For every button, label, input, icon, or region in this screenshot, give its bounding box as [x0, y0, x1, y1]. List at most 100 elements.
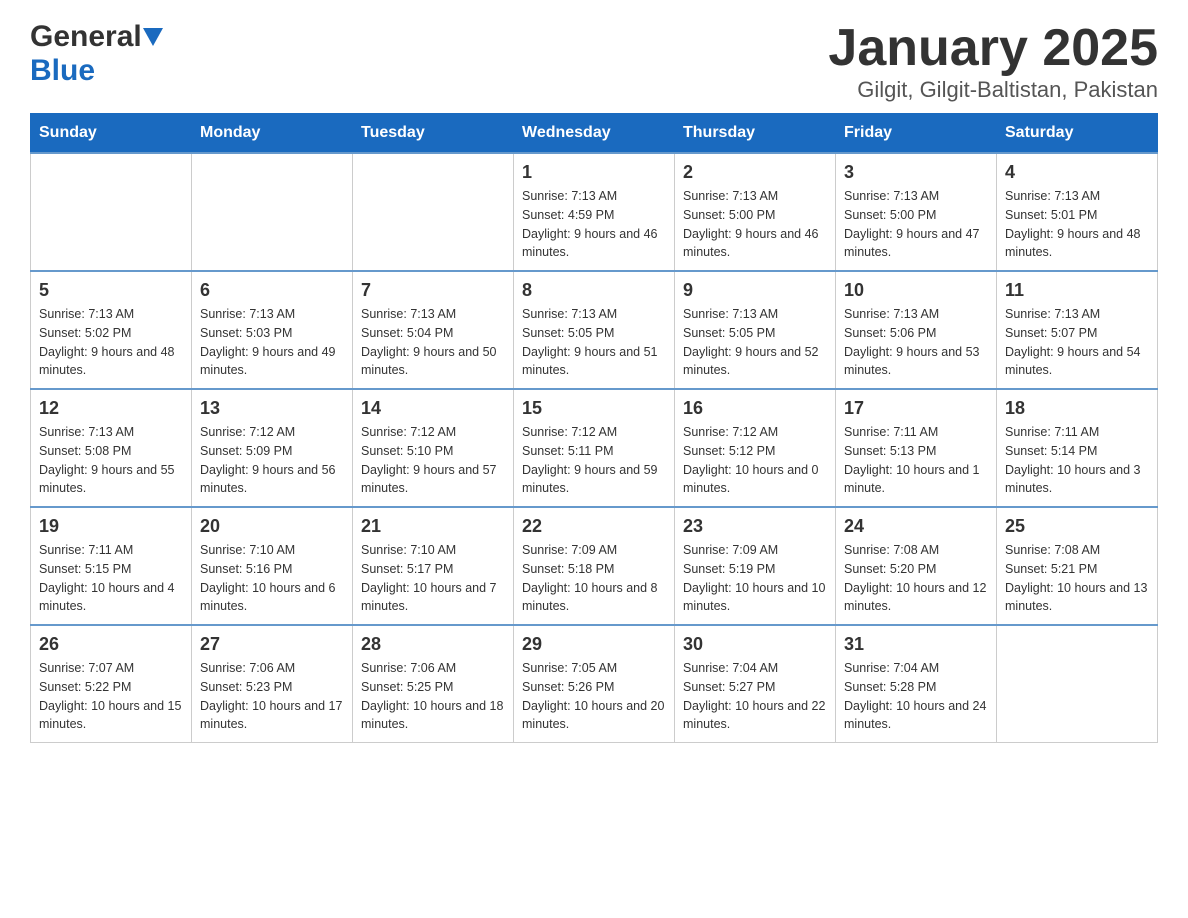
calendar-day-cell: 3Sunrise: 7:13 AMSunset: 5:00 PMDaylight… [836, 153, 997, 271]
day-number: 22 [522, 516, 666, 537]
logo-blue-text: Blue [30, 54, 95, 88]
calendar-day-cell: 18Sunrise: 7:11 AMSunset: 5:14 PMDayligh… [997, 389, 1158, 507]
day-number: 14 [361, 398, 505, 419]
calendar-day-cell: 19Sunrise: 7:11 AMSunset: 5:15 PMDayligh… [31, 507, 192, 625]
calendar-day-cell: 1 Sunrise: 7:13 AMSunset: 4:59 PMDaylight… [514, 153, 675, 271]
day-of-week-header: Thursday [675, 114, 836, 154]
calendar-day-cell: 23Sunrise: 7:09 AMSunset: 5:19 PMDayligh… [675, 507, 836, 625]
calendar-day-cell: 14 Sunrise: 7:12 AMSunset: 5:10 PMDayligh… [353, 389, 514, 507]
calendar-day-cell: 21Sunrise: 7:10 AMSunset: 5:17 PMDayligh… [353, 507, 514, 625]
day-number: 16 [683, 398, 827, 419]
calendar-day-cell: 8 Sunrise: 7:13 AMSunset: 5:05 PMDaylight… [514, 271, 675, 389]
day-number: 28 [361, 634, 505, 655]
calendar-day-cell: 15 Sunrise: 7:12 AMSunset: 5:11 PMDayligh… [514, 389, 675, 507]
day-info: Sunrise: 7:13 AMSunset: 5:00 PMDaylight:… [683, 187, 827, 262]
calendar-day-cell: 26 Sunrise: 7:07 AMSunset: 5:22 PMDayligh… [31, 625, 192, 743]
calendar-week-row: 5Sunrise: 7:13 AMSunset: 5:02 PMDaylight… [31, 271, 1158, 389]
calendar-day-cell: 7Sunrise: 7:13 AMSunset: 5:04 PMDaylight… [353, 271, 514, 389]
calendar-day-cell [31, 153, 192, 271]
calendar-day-cell: 24 Sunrise: 7:08 AMSunset: 5:20 PMDayligh… [836, 507, 997, 625]
calendar-table: SundayMondayTuesdayWednesdayThursdayFrid… [30, 113, 1158, 743]
calendar-day-cell: 10Sunrise: 7:13 AMSunset: 5:06 PMDayligh… [836, 271, 997, 389]
calendar-day-cell: 28 Sunrise: 7:06 AMSunset: 5:25 PMDayligh… [353, 625, 514, 743]
day-of-week-header: Tuesday [353, 114, 514, 154]
day-info: Sunrise: 7:13 AMSunset: 5:01 PMDaylight:… [1005, 187, 1149, 262]
logo-general-text: General [30, 20, 142, 54]
calendar-day-cell: 4 Sunrise: 7:13 AMSunset: 5:01 PMDaylight… [997, 153, 1158, 271]
day-info: Sunrise: 7:07 AMSunset: 5:22 PMDaylight:… [39, 659, 183, 734]
day-number: 21 [361, 516, 505, 537]
calendar-day-cell: 27 Sunrise: 7:06 AMSunset: 5:23 PMDayligh… [192, 625, 353, 743]
day-info: Sunrise: 7:12 AMSunset: 5:12 PMDaylight:… [683, 423, 827, 498]
calendar-day-cell: 2 Sunrise: 7:13 AMSunset: 5:00 PMDaylight… [675, 153, 836, 271]
calendar-day-cell: 29 Sunrise: 7:05 AMSunset: 5:26 PMDayligh… [514, 625, 675, 743]
day-info: Sunrise: 7:13 AMSunset: 5:03 PMDaylight:… [200, 305, 344, 380]
calendar-day-cell: 9 Sunrise: 7:13 AMSunset: 5:05 PMDaylight… [675, 271, 836, 389]
day-number: 29 [522, 634, 666, 655]
page-header: General Blue January 2025 Gilgit, Gilgit… [30, 20, 1158, 103]
day-info: Sunrise: 7:12 AMSunset: 5:10 PMDaylight:… [361, 423, 505, 498]
logo: General Blue [30, 20, 163, 88]
calendar-day-cell: 12 Sunrise: 7:13 AMSunset: 5:08 PMDayligh… [31, 389, 192, 507]
day-info: Sunrise: 7:13 AMSunset: 5:07 PMDaylight:… [1005, 305, 1149, 380]
day-of-week-header: Friday [836, 114, 997, 154]
day-of-week-header: Sunday [31, 114, 192, 154]
calendar-day-cell: 5Sunrise: 7:13 AMSunset: 5:02 PMDaylight… [31, 271, 192, 389]
day-info: Sunrise: 7:05 AMSunset: 5:26 PMDaylight:… [522, 659, 666, 734]
day-number: 20 [200, 516, 344, 537]
calendar-header-row: SundayMondayTuesdayWednesdayThursdayFrid… [31, 114, 1158, 154]
day-info: Sunrise: 7:13 AMSunset: 5:04 PMDaylight:… [361, 305, 505, 380]
calendar-week-row: 26 Sunrise: 7:07 AMSunset: 5:22 PMDayligh… [31, 625, 1158, 743]
day-info: Sunrise: 7:04 AMSunset: 5:28 PMDaylight:… [844, 659, 988, 734]
day-info: Sunrise: 7:08 AMSunset: 5:21 PMDaylight:… [1005, 541, 1149, 616]
day-number: 8 [522, 280, 666, 301]
day-info: Sunrise: 7:06 AMSunset: 5:25 PMDaylight:… [361, 659, 505, 734]
calendar-day-cell [997, 625, 1158, 743]
day-number: 30 [683, 634, 827, 655]
day-number: 26 [39, 634, 183, 655]
day-number: 31 [844, 634, 988, 655]
calendar-day-cell: 17 Sunrise: 7:11 AMSunset: 5:13 PMDayligh… [836, 389, 997, 507]
day-number: 27 [200, 634, 344, 655]
day-number: 12 [39, 398, 183, 419]
day-number: 24 [844, 516, 988, 537]
calendar-day-cell: 31 Sunrise: 7:04 AMSunset: 5:28 PMDayligh… [836, 625, 997, 743]
day-number: 4 [1005, 162, 1149, 183]
day-info: Sunrise: 7:13 AMSunset: 5:05 PMDaylight:… [522, 305, 666, 380]
day-number: 17 [844, 398, 988, 419]
day-number: 9 [683, 280, 827, 301]
calendar-day-cell: 30Sunrise: 7:04 AMSunset: 5:27 PMDayligh… [675, 625, 836, 743]
calendar-day-cell [353, 153, 514, 271]
day-number: 15 [522, 398, 666, 419]
day-info: Sunrise: 7:11 AMSunset: 5:15 PMDaylight:… [39, 541, 183, 616]
day-info: Sunrise: 7:09 AMSunset: 5:19 PMDaylight:… [683, 541, 827, 616]
day-info: Sunrise: 7:13 AMSunset: 5:08 PMDaylight:… [39, 423, 183, 498]
day-number: 3 [844, 162, 988, 183]
calendar-subtitle: Gilgit, Gilgit-Baltistan, Pakistan [828, 77, 1158, 103]
calendar-day-cell [192, 153, 353, 271]
day-info: Sunrise: 7:08 AMSunset: 5:20 PMDaylight:… [844, 541, 988, 616]
calendar-day-cell: 25 Sunrise: 7:08 AMSunset: 5:21 PMDayligh… [997, 507, 1158, 625]
day-number: 25 [1005, 516, 1149, 537]
day-info: Sunrise: 7:11 AMSunset: 5:13 PMDaylight:… [844, 423, 988, 498]
day-number: 1 [522, 162, 666, 183]
calendar-day-cell: 11Sunrise: 7:13 AMSunset: 5:07 PMDayligh… [997, 271, 1158, 389]
logo-arrow-icon [143, 28, 163, 46]
calendar-day-cell: 6Sunrise: 7:13 AMSunset: 5:03 PMDaylight… [192, 271, 353, 389]
day-info: Sunrise: 7:13 AMSunset: 4:59 PMDaylight:… [522, 187, 666, 262]
day-number: 5 [39, 280, 183, 301]
calendar-title: January 2025 [828, 20, 1158, 77]
day-number: 10 [844, 280, 988, 301]
day-number: 2 [683, 162, 827, 183]
day-info: Sunrise: 7:13 AMSunset: 5:05 PMDaylight:… [683, 305, 827, 380]
day-info: Sunrise: 7:06 AMSunset: 5:23 PMDaylight:… [200, 659, 344, 734]
day-number: 18 [1005, 398, 1149, 419]
calendar-week-row: 19Sunrise: 7:11 AMSunset: 5:15 PMDayligh… [31, 507, 1158, 625]
day-info: Sunrise: 7:09 AMSunset: 5:18 PMDaylight:… [522, 541, 666, 616]
day-of-week-header: Monday [192, 114, 353, 154]
calendar-day-cell: 13Sunrise: 7:12 AMSunset: 5:09 PMDayligh… [192, 389, 353, 507]
day-info: Sunrise: 7:12 AMSunset: 5:11 PMDaylight:… [522, 423, 666, 498]
day-number: 13 [200, 398, 344, 419]
day-of-week-header: Wednesday [514, 114, 675, 154]
calendar-day-cell: 20Sunrise: 7:10 AMSunset: 5:16 PMDayligh… [192, 507, 353, 625]
